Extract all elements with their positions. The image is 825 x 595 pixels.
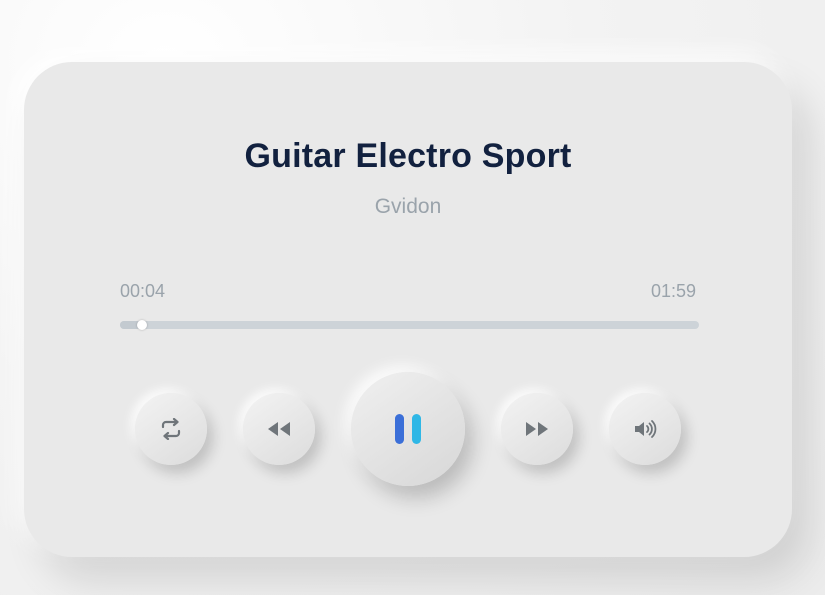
fast-forward-button[interactable] bbox=[501, 393, 573, 465]
track-artist: Gvidon bbox=[374, 195, 442, 218]
total-time: 01:59 bbox=[650, 281, 696, 301]
volume-button[interactable] bbox=[609, 393, 681, 465]
repeat-icon bbox=[158, 418, 184, 440]
repeat-button[interactable] bbox=[135, 393, 207, 465]
rewind-button[interactable] bbox=[243, 393, 315, 465]
pause-icon bbox=[393, 413, 423, 445]
fast-forward-icon bbox=[524, 421, 550, 437]
volume-icon bbox=[633, 419, 657, 439]
current-time: 00:04 bbox=[120, 281, 166, 301]
rewind-icon bbox=[266, 421, 292, 437]
pause-button[interactable] bbox=[351, 372, 465, 486]
track-title: Guitar Electro Sport bbox=[244, 137, 572, 175]
app-background: Guitar Electro Sport Gvidon 00:04 01:59 bbox=[0, 0, 825, 595]
player-card: Guitar Electro Sport Gvidon 00:04 01:59 bbox=[24, 62, 792, 557]
progress-thumb[interactable] bbox=[136, 320, 147, 330]
progress-bar[interactable] bbox=[120, 320, 699, 330]
